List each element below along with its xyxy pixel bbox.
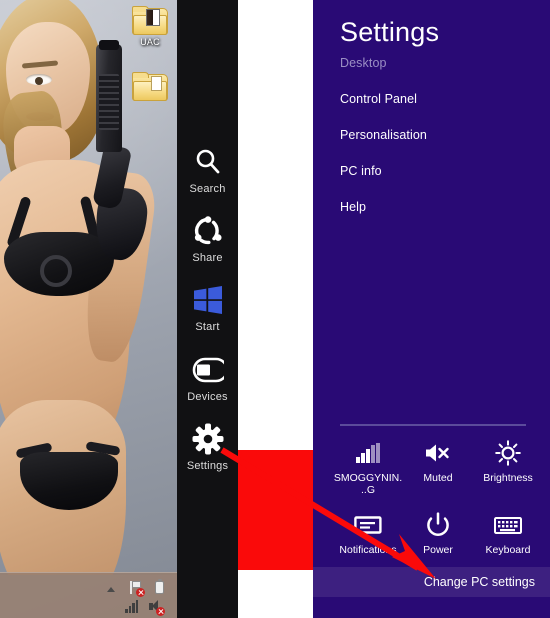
- charm-devices[interactable]: Devices: [177, 350, 238, 403]
- quick-settings-grid: SMOGGYNIN...G Muted Brightness Notificat…: [333, 438, 543, 556]
- charms-bar: Search Share Start Devices Settings: [177, 0, 238, 618]
- quick-setting-network[interactable]: SMOGGYNIN...G: [333, 438, 403, 496]
- charm-label: Devices: [187, 391, 228, 403]
- quick-setting-label: Muted: [423, 472, 453, 484]
- settings-context-label: Desktop: [340, 56, 387, 70]
- charm-search[interactable]: Search: [177, 142, 238, 195]
- keyboard-icon: [473, 510, 543, 540]
- brightness-sun-icon: [473, 438, 543, 468]
- desktop-wallpaper-area: UAC: [0, 0, 177, 618]
- charm-start[interactable]: Start: [177, 280, 238, 333]
- power-icon: [403, 510, 473, 540]
- system-tray[interactable]: [81, 575, 173, 617]
- quick-setting-label: Power: [423, 544, 453, 556]
- change-pc-settings-button[interactable]: Change PC settings: [313, 567, 550, 597]
- desktop-icon-uac[interactable]: UAC: [128, 6, 172, 48]
- devices-icon: [177, 350, 238, 390]
- folder-icon: [132, 72, 168, 101]
- desktop-icon-label: UAC: [140, 37, 160, 47]
- wallpaper-subject-pupil: [35, 77, 43, 85]
- screenshot-root: UAC Search Share Start Devices Settings …: [0, 0, 550, 618]
- search-icon: [177, 142, 238, 182]
- charm-label: Start: [195, 321, 220, 333]
- action-center-flag-icon[interactable]: [128, 580, 145, 597]
- settings-menu-item-pc-info[interactable]: PC info: [340, 164, 540, 178]
- annotation-red-rectangle: [238, 450, 313, 570]
- network-signal-icon[interactable]: [124, 599, 139, 614]
- gear-icon: [177, 419, 238, 459]
- settings-menu-list: Desktop Control Panel Personalisation PC…: [340, 56, 540, 236]
- show-hidden-icons-chevron-icon[interactable]: [104, 580, 119, 595]
- volume-muted-icon[interactable]: [148, 599, 165, 616]
- charm-share[interactable]: Share: [177, 211, 238, 264]
- charm-label: Settings: [186, 460, 229, 472]
- windows-start-icon: [177, 280, 238, 320]
- taskbar[interactable]: [0, 572, 177, 618]
- quick-setting-label: Brightness: [483, 472, 533, 484]
- settings-menu-item-control-panel[interactable]: Control Panel: [340, 92, 540, 106]
- charm-label: Search: [189, 183, 226, 195]
- system-tray-row-2: [124, 599, 165, 616]
- desktop-icon-folder-2[interactable]: [128, 72, 172, 103]
- settings-flyout-panel: Settings Desktop Control Panel Personali…: [313, 0, 550, 618]
- speaker-muted-icon: [403, 438, 473, 468]
- charm-settings[interactable]: Settings: [177, 419, 238, 472]
- folder-open-icon: [132, 6, 168, 35]
- system-tray-row-1: [104, 579, 167, 597]
- panel-title: Settings: [340, 17, 440, 47]
- panel-divider: [340, 424, 526, 426]
- settings-menu-item-help[interactable]: Help: [340, 200, 540, 214]
- wallpaper-bikini-ring: [40, 255, 72, 287]
- quick-setting-label: Keyboard: [485, 544, 531, 556]
- quick-setting-brightness[interactable]: Brightness: [473, 438, 543, 496]
- quick-setting-label: SMOGGYNIN...G: [333, 472, 403, 496]
- quick-setting-volume[interactable]: Muted: [403, 438, 473, 496]
- quick-setting-power[interactable]: Power: [403, 510, 473, 556]
- quick-setting-notifications[interactable]: Notifications: [333, 510, 403, 556]
- charm-label: Share: [192, 252, 223, 264]
- notifications-icon: [333, 510, 403, 540]
- wallpaper-pistol-slide: [99, 74, 119, 130]
- battery-icon[interactable]: [152, 579, 167, 595]
- network-signal-icon: [333, 438, 403, 468]
- quick-setting-label: Notifications: [339, 544, 397, 556]
- wallpaper-pistol-muzzle: [99, 40, 119, 50]
- share-icon: [177, 211, 238, 251]
- change-pc-settings-label: Change PC settings: [423, 575, 535, 589]
- quick-setting-keyboard[interactable]: Keyboard: [473, 510, 543, 556]
- settings-menu-item-personalisation[interactable]: Personalisation: [340, 128, 540, 142]
